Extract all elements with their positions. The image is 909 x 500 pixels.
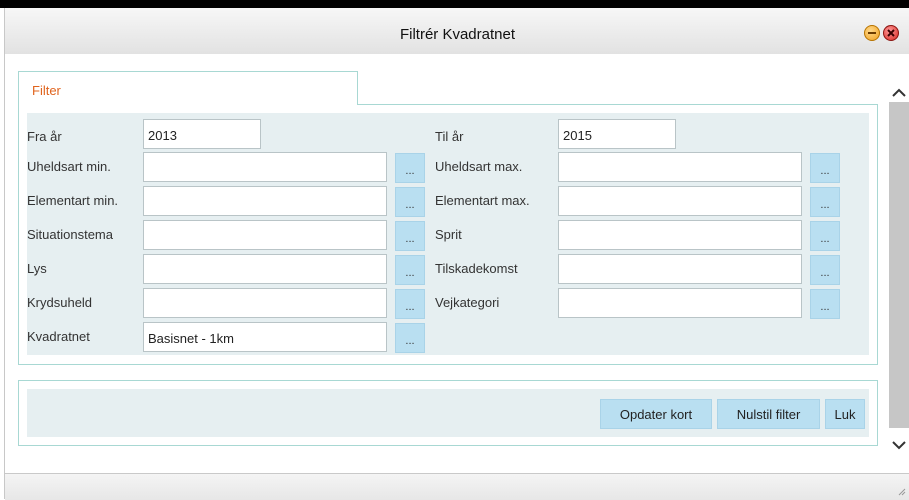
til-aar-label: Til år bbox=[435, 129, 464, 144]
lys-input[interactable] bbox=[143, 254, 387, 284]
kvadratnet-label: Kvadratnet bbox=[27, 329, 90, 344]
situationstema-input[interactable] bbox=[143, 220, 387, 250]
filter-panel-body: Fra år Uheldsart min. Elementart min. Si… bbox=[27, 113, 869, 355]
tilskadekomst-label: Tilskadekomst bbox=[435, 261, 518, 276]
uheldsart-max-input[interactable] bbox=[558, 152, 802, 182]
chevron-down-icon[interactable] bbox=[890, 436, 908, 454]
status-bar bbox=[5, 473, 909, 500]
elementart-max-picker-button[interactable]: ... bbox=[810, 187, 840, 217]
update-map-button[interactable]: Opdater kort bbox=[600, 399, 712, 429]
reset-filter-button[interactable]: Nulstil filter bbox=[717, 399, 820, 429]
elementart-min-label: Elementart min. bbox=[27, 193, 119, 208]
lys-picker-button[interactable]: ... bbox=[395, 255, 425, 285]
sprit-label: Sprit bbox=[435, 227, 462, 242]
uheldsart-max-picker-button[interactable]: ... bbox=[810, 153, 840, 183]
fra-aar-input[interactable]: 2013 bbox=[143, 119, 261, 149]
uheldsart-min-input[interactable] bbox=[143, 152, 387, 182]
krydsuheld-input[interactable] bbox=[143, 288, 387, 318]
window-title: Filtrér Kvadratnet bbox=[399, 26, 516, 43]
krydsuheld-picker-button[interactable]: ... bbox=[395, 289, 425, 319]
close-icon[interactable] bbox=[883, 25, 899, 41]
kvadratnet-picker-button[interactable]: ... bbox=[395, 323, 425, 353]
situationstema-label: Situationstema bbox=[27, 227, 113, 242]
dialog-window: Filtrér Kvadratnet Filter Fra år Uheldsa… bbox=[4, 8, 909, 500]
title-bar[interactable]: Filtrér Kvadratnet bbox=[5, 8, 909, 55]
uheldsart-min-picker-button[interactable]: ... bbox=[395, 153, 425, 183]
tilskadekomst-picker-button[interactable]: ... bbox=[810, 255, 840, 285]
resize-grip-icon[interactable] bbox=[896, 486, 906, 496]
tab-filter[interactable]: Filter bbox=[18, 71, 358, 105]
fra-aar-label: Fra år bbox=[27, 129, 62, 144]
sprit-input[interactable] bbox=[558, 220, 802, 250]
chevron-up-icon[interactable] bbox=[890, 84, 908, 102]
dialog-content: Filter Fra år Uheldsart min. Elementart … bbox=[5, 54, 888, 479]
minimize-icon[interactable] bbox=[864, 25, 880, 41]
situationstema-picker-button[interactable]: ... bbox=[395, 221, 425, 251]
top-black-bar bbox=[0, 0, 909, 8]
uheldsart-min-label: Uheldsart min. bbox=[27, 159, 111, 174]
vejkategori-picker-button[interactable]: ... bbox=[810, 289, 840, 319]
action-panel: Opdater kort Nulstil filter Luk bbox=[18, 380, 878, 446]
til-aar-input[interactable]: 2015 bbox=[558, 119, 676, 149]
tilskadekomst-input[interactable] bbox=[558, 254, 802, 284]
elementart-max-input[interactable] bbox=[558, 186, 802, 216]
vertical-scrollbar[interactable] bbox=[888, 54, 909, 479]
elementart-min-picker-button[interactable]: ... bbox=[395, 187, 425, 217]
action-panel-body: Opdater kort Nulstil filter Luk bbox=[27, 389, 869, 437]
kvadratnet-input[interactable]: Basisnet - 1km bbox=[143, 322, 387, 352]
krydsuheld-label: Krydsuheld bbox=[27, 295, 93, 310]
sprit-picker-button[interactable]: ... bbox=[810, 221, 840, 251]
vejkategori-input[interactable] bbox=[558, 288, 802, 318]
close-button[interactable]: Luk bbox=[825, 399, 865, 429]
tab-filter-label: Filter bbox=[32, 83, 61, 98]
scrollbar-thumb[interactable] bbox=[889, 102, 909, 428]
lys-label: Lys bbox=[27, 261, 47, 276]
vejkategori-label: Vejkategori bbox=[435, 295, 500, 310]
elementart-min-input[interactable] bbox=[143, 186, 387, 216]
uheldsart-max-label: Uheldsart max. bbox=[435, 159, 523, 174]
elementart-max-label: Elementart max. bbox=[435, 193, 530, 208]
filter-panel: Fra år Uheldsart min. Elementart min. Si… bbox=[18, 104, 878, 365]
